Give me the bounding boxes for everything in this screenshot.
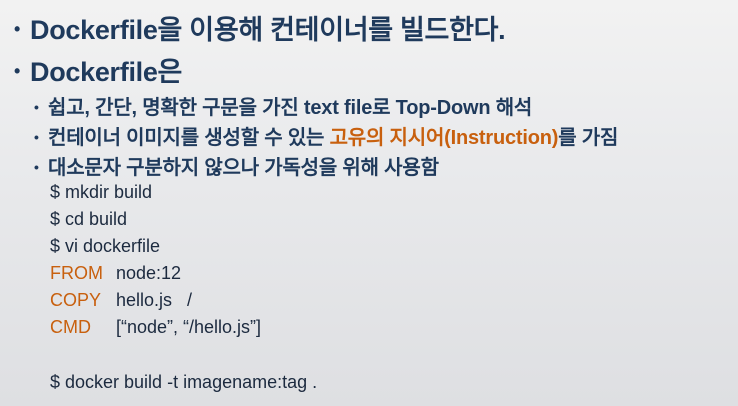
bullet-dot: •: [34, 99, 39, 115]
cmd-docker-build: $ docker build -t imagename:tag .: [50, 372, 318, 392]
keyword-from: FROM: [50, 263, 103, 283]
copy-value: hello.js /: [116, 290, 193, 310]
bullet-dot: •: [34, 159, 39, 175]
dockerfile-copy-line: COPY hello.js /: [50, 290, 192, 311]
from-value: node:12: [116, 263, 182, 283]
bullet-text: 대소문자 구분하지 않으나 가독성을 위해 사용함: [48, 157, 439, 179]
bullet-dockerfile-is: • Dockerfile은: [14, 50, 182, 89]
sub-bullet-text-file: • 쉽고, 간단, 명확한 구문을 가진 text file로 Top-Down …: [34, 91, 532, 120]
bullet-text-prefix: 컨테이너 이미지를 생성할 수 있는: [48, 127, 330, 149]
bullet-text: 쉽고, 간단, 명확한 구문을 가진 text file로 Top-Down 해…: [48, 97, 533, 119]
dockerfile-from-line: FROM node:12: [50, 263, 181, 284]
cmd-vi: $ vi dockerfile: [50, 236, 161, 256]
sub-bullet-case: • 대소문자 구분하지 않으나 가독성을 위해 사용함: [34, 151, 439, 180]
bullet-dot: •: [14, 19, 21, 39]
dockerfile-cmd-line: CMD [“node”, “/hello.js”]: [50, 317, 261, 338]
bullet-dot: •: [34, 129, 39, 145]
cmd-mkdir: $ mkdir build: [50, 182, 153, 202]
bullet-dot: •: [14, 61, 21, 81]
keyword-cmd: CMD: [50, 317, 91, 337]
bullet-text-highlight: 고유의 지시어(Instruction): [329, 127, 559, 149]
bullet-text: Dockerfile을 이용해 컨테이너를 빌드한다.: [30, 15, 506, 45]
keyword-copy: COPY: [50, 290, 102, 310]
bullet-text: Dockerfile은: [30, 57, 183, 87]
bullet-dockerfile-build: • Dockerfile을 이용해 컨테이너를 빌드한다.: [14, 8, 506, 47]
cmd-value: [“node”, “/hello.js”]: [116, 317, 262, 337]
bullet-text-suffix: 를 가짐: [558, 127, 619, 149]
cmd-cd: $ cd build: [50, 209, 128, 229]
sub-bullet-instruction: • 컨테이너 이미지를 생성할 수 있는 고유의 지시어(Instruction)…: [34, 121, 618, 150]
slide: • Dockerfile을 이용해 컨테이너를 빌드한다. • Dockerfile…: [0, 0, 738, 406]
